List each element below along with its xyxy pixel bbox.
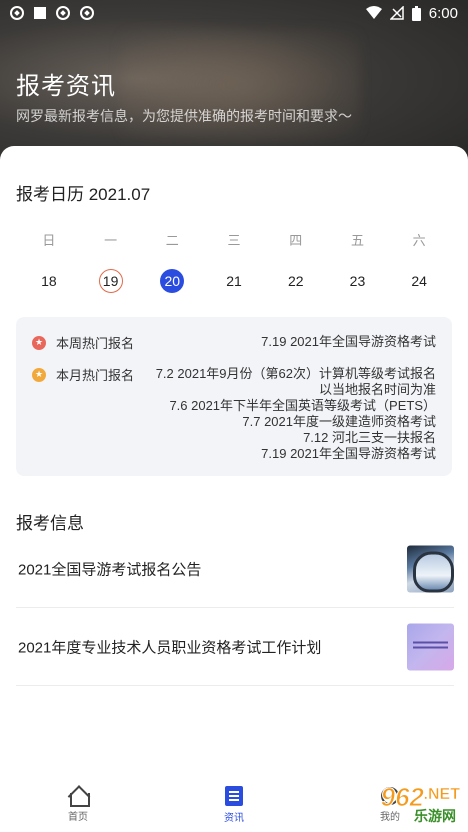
- status-bar: 6:00: [0, 0, 468, 26]
- hot-month-label: 本月热门报名: [56, 368, 135, 383]
- star-icon: ★: [32, 367, 46, 382]
- date-number[interactable]: 18: [37, 269, 61, 293]
- notification-icon: [56, 6, 70, 20]
- date-cell[interactable]: 22: [265, 269, 327, 293]
- date-number[interactable]: 24: [407, 269, 431, 293]
- weekday-label: 六: [412, 233, 426, 248]
- hot-month-item[interactable]: 7.2 2021年9月份（第62次）计算机等级考试报名: [156, 366, 436, 382]
- weekday-row: 日 一 二 三 四 五 六: [18, 230, 450, 249]
- home-icon[interactable]: [68, 787, 90, 807]
- hot-month-item: 以当地报名时间为准: [318, 382, 436, 397]
- news-title[interactable]: 2021年度专业技术人员职业资格考试工作计划: [18, 636, 321, 657]
- hot-month-item[interactable]: 7.12 河北三支一扶报名: [156, 430, 436, 446]
- news-item[interactable]: 2021年度专业技术人员职业资格考试工作计划: [16, 608, 454, 686]
- watermark-suffix: .NET: [423, 786, 460, 804]
- hot-month-item[interactable]: 7.19 2021年全国导游资格考试: [156, 446, 436, 462]
- date-number[interactable]: 21: [222, 269, 246, 293]
- date-number[interactable]: 22: [284, 269, 308, 293]
- content-sheet: 报考日历 2021.07 日 一 二 三 四 五 六 18 19 20 21 2…: [0, 146, 468, 832]
- date-cell[interactable]: 21: [203, 269, 265, 293]
- weekday-label: 五: [350, 233, 364, 248]
- date-cell[interactable]: 24: [388, 269, 450, 293]
- weekday-label: 四: [289, 233, 303, 248]
- hot-month-item[interactable]: 7.6 2021年下半年全国英语等级考试（PETS）: [156, 398, 436, 414]
- page-title: 报考资讯: [16, 73, 116, 100]
- calendar-title: 报考日历 2021.07: [16, 185, 151, 204]
- status-time: 6:00: [428, 4, 458, 22]
- date-number[interactable]: 23: [345, 269, 369, 293]
- date-number-selected[interactable]: 20: [160, 269, 185, 293]
- wifi-icon: [365, 6, 382, 19]
- news-item[interactable]: 2021全国导游考试报名公告: [16, 530, 454, 608]
- hot-month-label-row: ★ 本月热门报名: [32, 365, 134, 384]
- star-icon: ★: [32, 335, 46, 350]
- hot-week-item[interactable]: 7.19 2021年全国导游资格考试: [261, 334, 436, 350]
- tab-home-label[interactable]: 首页: [68, 808, 88, 823]
- notification-icon: [10, 6, 24, 20]
- hot-month-item[interactable]: 7.7 2021年度一级建造师资格考试: [156, 414, 436, 430]
- date-cell-selected[interactable]: 20: [141, 269, 203, 293]
- stop-icon: [34, 7, 46, 19]
- news-title[interactable]: 2021全国导游考试报名公告: [18, 558, 201, 579]
- weekday-label: 三: [227, 233, 241, 248]
- date-row: 18 19 20 21 22 23 24: [18, 269, 450, 293]
- news-icon[interactable]: [225, 786, 243, 806]
- hot-week-label-row: ★ 本周热门报名: [32, 333, 134, 352]
- tab-news-label[interactable]: 资讯: [224, 809, 244, 824]
- date-cell[interactable]: 23: [327, 269, 389, 293]
- no-signal-icon: [389, 6, 404, 20]
- hot-week-label: 本周热门报名: [56, 336, 135, 351]
- weekday-label: 二: [165, 233, 179, 248]
- hot-week-list: 7.19 2021年全国导游资格考试: [261, 334, 436, 350]
- date-number-today[interactable]: 19: [98, 269, 123, 293]
- news-thumbnail[interactable]: [407, 623, 454, 670]
- watermark-logo: 962 .NET 乐游网: [330, 782, 460, 826]
- tab-news[interactable]: 资讯: [184, 786, 284, 824]
- hot-registration-panel: ★ 本周热门报名 7.19 2021年全国导游资格考试 ★ 本月热门报名 7.2…: [16, 317, 452, 476]
- tab-home[interactable]: 首页: [28, 787, 128, 823]
- news-thumbnail[interactable]: [407, 545, 454, 592]
- weekday-label: 日: [42, 233, 56, 248]
- date-cell[interactable]: 18: [18, 269, 80, 293]
- hot-month-list: 7.2 2021年9月份（第62次）计算机等级考试报名 以当地报名时间为准 7.…: [156, 366, 436, 462]
- page-subtitle: 网罗最新报考信息，为您提供准确的报考时间和要求～: [16, 108, 352, 124]
- battery-icon: [411, 5, 421, 21]
- weekday-label: 一: [104, 233, 118, 248]
- watermark-site: 乐游网: [412, 806, 458, 826]
- date-cell-today[interactable]: 19: [80, 269, 142, 293]
- notification-icon: [80, 6, 94, 20]
